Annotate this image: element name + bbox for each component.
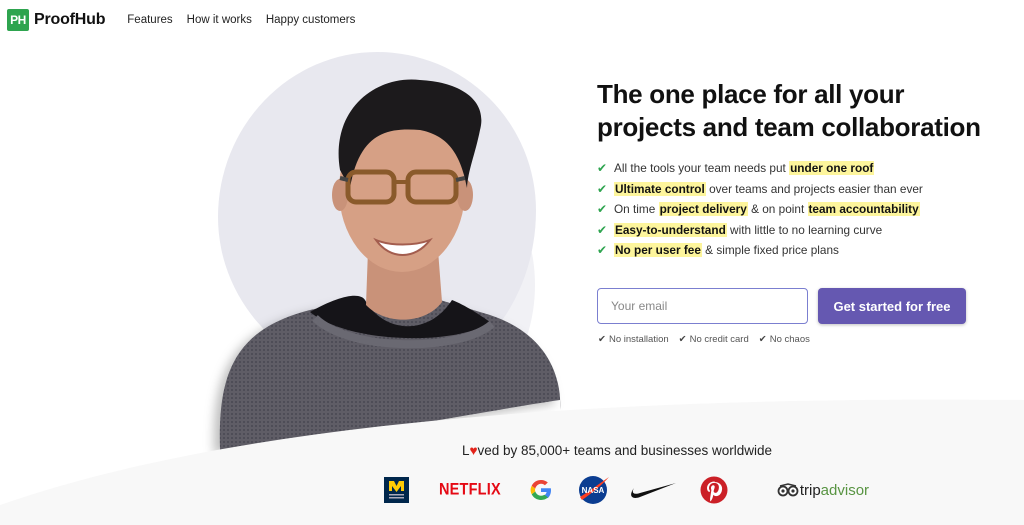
- checkmark-icon: ✔: [597, 243, 608, 258]
- feature-text: All the tools your team needs put under …: [614, 161, 875, 176]
- google-logo: [530, 480, 551, 500]
- signup-form: Get started for free: [597, 288, 966, 324]
- perk-no-credit-card: ✔ No credit card: [678, 334, 749, 345]
- checkmark-icon: ✔: [597, 161, 608, 176]
- feature-item: ✔ Ultimate control over teams and project…: [597, 179, 1022, 200]
- nav-link-happy-customers[interactable]: Happy customers: [266, 14, 355, 26]
- feature-item: ✔ All the tools your team needs put under…: [597, 158, 1022, 179]
- plain-text: All the tools your team needs put: [614, 161, 790, 176]
- checkmark-icon: ✔: [597, 181, 608, 196]
- feature-list: ✔ All the tools your team needs put under…: [597, 158, 1022, 261]
- customer-logos: NETFLIX NASA trip advisor: [380, 472, 869, 508]
- plain-text: On time: [614, 202, 659, 217]
- hero-title-line-1: The one place for all your: [597, 79, 905, 109]
- perks-list: ✔ No installation ✔ No credit card ✔ No cha…: [598, 334, 810, 345]
- feature-item: ✔ On time project delivery & on point tea…: [597, 199, 1022, 220]
- get-started-button[interactable]: Get started for free: [818, 288, 966, 324]
- highlighted-text: Ultimate control: [614, 181, 706, 196]
- tripadvisor-logo: trip advisor: [777, 482, 869, 499]
- nasa-logo: NASA: [578, 476, 609, 504]
- feature-text: No per user fee & simple fixed price pla…: [614, 243, 839, 258]
- feature-item: ✔ No per user fee & simple fixed price pl…: [597, 240, 1022, 261]
- nav-link-how-it-works[interactable]: How it works: [187, 14, 252, 26]
- checkmark-icon: ✔: [758, 334, 767, 345]
- proofhub-logo-icon[interactable]: PH: [7, 9, 29, 31]
- hero-title: The one place for all your projects and …: [597, 78, 1022, 144]
- nike-logo: [630, 483, 676, 498]
- plain-text: over teams and projects easier than ever: [705, 181, 923, 196]
- checkmark-icon: ✔: [678, 334, 687, 345]
- email-input[interactable]: [597, 288, 808, 324]
- plain-text: & simple fixed price plans: [701, 243, 839, 258]
- pinterest-logo: [700, 476, 728, 504]
- svg-text:NASA: NASA: [581, 486, 604, 495]
- netflix-logo: NETFLIX: [439, 480, 501, 500]
- michigan-medicine-logo: [384, 477, 409, 503]
- highlighted-text: under one roof: [789, 161, 875, 176]
- plain-text: & on point: [747, 202, 808, 217]
- feature-text: On time project delivery & on point team…: [614, 202, 920, 217]
- checkmark-icon: ✔: [597, 222, 608, 237]
- highlighted-text: project delivery: [658, 202, 748, 217]
- top-nav: PH ProofHub Features How it works Happy …: [0, 0, 1024, 40]
- feature-text: Easy-to-understand with little to no lea…: [614, 222, 883, 237]
- loved-by-text: L♥ved by 85,000+ teams and businesses wo…: [461, 443, 773, 458]
- hero-content: The one place for all your projects and …: [597, 78, 1022, 261]
- highlighted-text: Easy-to-understand: [614, 222, 727, 237]
- checkmark-icon: ✔: [598, 334, 606, 345]
- perk-no-installation: ✔ No installation: [598, 334, 669, 345]
- highlighted-text: No per user fee: [614, 243, 702, 258]
- plain-text: with little to no learning curve: [726, 222, 883, 237]
- proofhub-logo-text[interactable]: ProofHub: [34, 11, 105, 29]
- feature-text: Ultimate control over teams and projects…: [614, 181, 923, 196]
- checkmark-icon: ✔: [597, 202, 608, 217]
- highlighted-text: team accountability: [807, 202, 920, 217]
- hero-title-line-2: projects and team collaboration: [597, 112, 981, 142]
- nav-links: Features How it works Happy customers: [127, 14, 355, 26]
- perk-no-chaos: ✔ No chaos: [758, 334, 810, 345]
- tripadvisor-owl-icon: [777, 483, 799, 497]
- feature-item: ✔ Easy-to-understand with little to no le…: [597, 220, 1022, 241]
- nav-link-features[interactable]: Features: [127, 14, 172, 26]
